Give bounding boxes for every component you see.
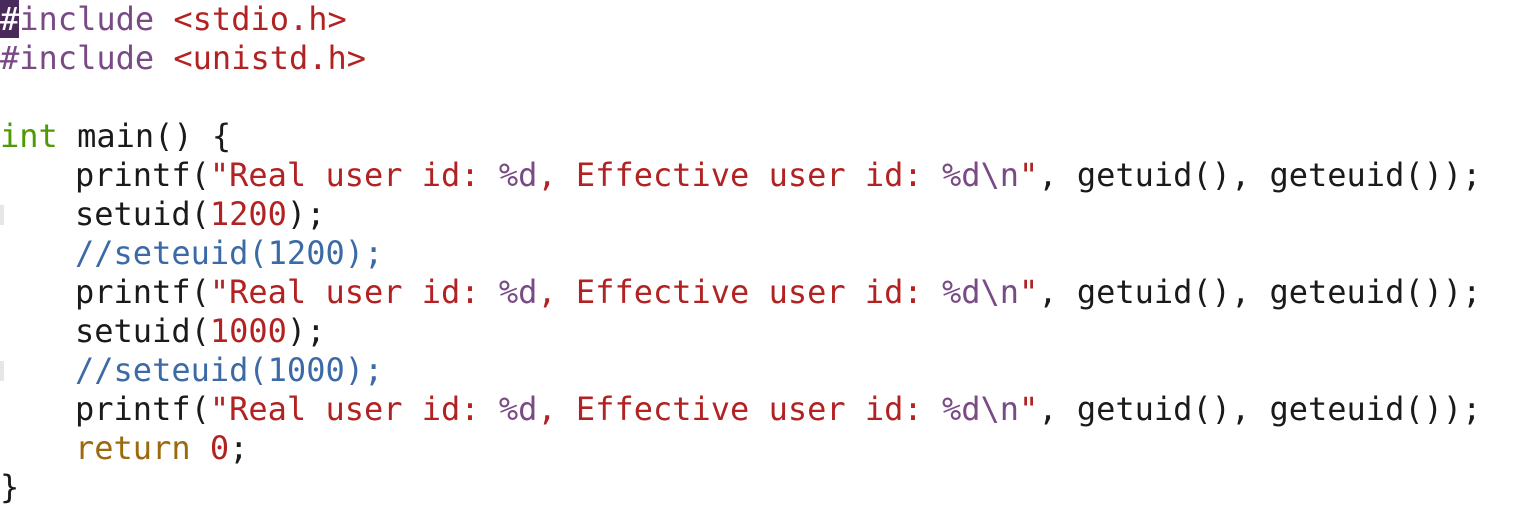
function-signature: main() { [57, 117, 232, 155]
code-comment: //seteuid(1200); [75, 234, 384, 272]
header-name: <stdio.h> [173, 0, 347, 38]
gutter-marker [0, 205, 4, 225]
preprocessor-directive: include [19, 0, 155, 38]
format-specifier: %d [498, 156, 538, 194]
gutter-marker [0, 361, 4, 381]
string-literal: " [1019, 390, 1039, 428]
string-literal: , Effective user id: [537, 390, 942, 428]
format-specifier: %d [498, 390, 538, 428]
number-literal: 0 [209, 429, 230, 467]
string-literal: "Real user id: [209, 156, 499, 194]
call-arguments: , getuid(), geteuid()); [1038, 156, 1482, 194]
code-line-setuid: setuid(1200); [0, 195, 1522, 234]
format-specifier: %d\n [941, 390, 1020, 428]
code-line-printf: printf("Real user id: %d, Effective user… [0, 156, 1522, 195]
function-call: setuid( [75, 195, 210, 233]
cursor-char: # [0, 0, 20, 38]
function-call: setuid( [75, 312, 210, 350]
format-specifier: %d\n [941, 156, 1020, 194]
code-line-include-unistd: #include <unistd.h> [0, 39, 1522, 78]
code-line-main-signature: int main() { [0, 117, 1522, 156]
number-literal: 1200 [209, 195, 287, 233]
header-name: <unistd.h> [173, 39, 367, 77]
type-keyword: int [0, 117, 58, 155]
string-literal: "Real user id: [209, 273, 499, 311]
call-arguments: , getuid(), geteuid()); [1038, 390, 1482, 428]
call-arguments: , getuid(), geteuid()); [1038, 273, 1482, 311]
statement-end: ); [286, 312, 326, 350]
format-specifier: %d [498, 273, 538, 311]
preprocessor-directive: #include [0, 39, 155, 77]
string-literal: "Real user id: [209, 390, 499, 428]
code-editor[interactable]: #include <stdio.h> #include <unistd.h> i… [0, 0, 1522, 520]
code-line-return: return 0; [0, 429, 1522, 468]
code-line-closing-brace: } [0, 468, 1522, 507]
code-comment: //seteuid(1000); [75, 351, 384, 389]
code-line-printf: printf("Real user id: %d, Effective user… [0, 273, 1522, 312]
statement-end: ; [229, 429, 249, 467]
statement-end: ); [286, 195, 326, 233]
format-specifier: %d\n [941, 273, 1020, 311]
code-line-include-stdio: #include <stdio.h> [0, 0, 1522, 39]
code-line-setuid: setuid(1000); [0, 312, 1522, 351]
code-line-comment: //seteuid(1000); [0, 351, 1522, 390]
string-literal: " [1019, 156, 1039, 194]
code-line-comment: //seteuid(1200); [0, 234, 1522, 273]
return-keyword: return [75, 429, 191, 467]
string-literal: , Effective user id: [537, 156, 942, 194]
string-literal: , Effective user id: [537, 273, 942, 311]
string-literal: " [1019, 273, 1039, 311]
function-call: printf( [75, 156, 210, 194]
code-line-printf: printf("Real user id: %d, Effective user… [0, 390, 1522, 429]
function-call: printf( [75, 390, 210, 428]
number-literal: 1000 [209, 312, 287, 350]
function-call: printf( [75, 273, 210, 311]
closing-brace: } [0, 468, 20, 506]
